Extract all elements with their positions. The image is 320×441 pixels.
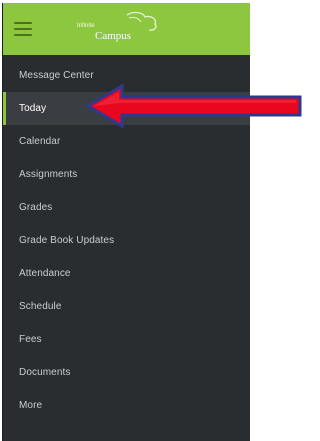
logo-wordmark: Campus — [95, 30, 131, 42]
menu-item-fees[interactable]: Fees — [3, 323, 250, 356]
menu-item-attendance[interactable]: Attendance — [3, 257, 250, 290]
logo-tagline: Infinite — [77, 23, 95, 29]
sidebar: Infinite Campus Message Center Today Cal… — [2, 3, 250, 441]
app-screenshot: Infinite Campus Message Center Today Cal… — [0, 0, 302, 441]
top-bar: Infinite Campus — [3, 3, 250, 55]
infinite-campus-logo[interactable]: Infinite Campus — [69, 11, 161, 45]
hamburger-menu-icon[interactable] — [14, 22, 32, 36]
hamburger-line — [14, 34, 32, 36]
hamburger-line — [14, 28, 32, 30]
hamburger-line — [14, 22, 32, 24]
menu-item-more[interactable]: More — [3, 389, 250, 422]
arrow-shape — [86, 83, 302, 129]
menu-item-assignments[interactable]: Assignments — [3, 158, 250, 191]
menu-item-documents[interactable]: Documents — [3, 356, 250, 389]
menu-item-calendar[interactable]: Calendar — [3, 125, 250, 158]
menu-item-grade-book-updates[interactable]: Grade Book Updates — [3, 224, 250, 257]
red-pointer-arrow-icon — [86, 83, 302, 129]
menu-item-grades[interactable]: Grades — [3, 191, 250, 224]
menu-item-schedule[interactable]: Schedule — [3, 290, 250, 323]
